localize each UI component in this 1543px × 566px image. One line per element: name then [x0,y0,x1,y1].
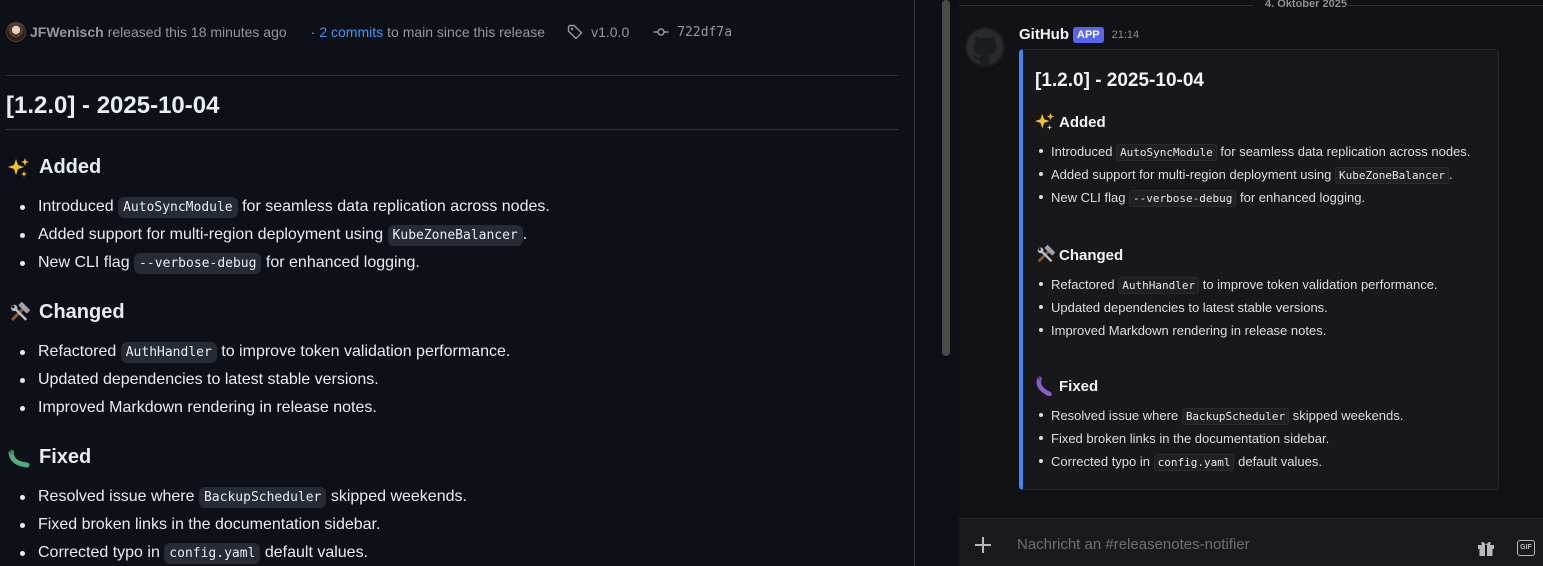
fixed-list: Resolved issue where BackupScheduler ski… [20,483,467,566]
tag-label[interactable]: v1.0.0 [591,24,629,40]
released-text: released this 18 minutes ago [107,24,287,40]
message-input[interactable] [1017,533,1457,555]
username[interactable]: GitHub [1019,26,1069,43]
embed-section-fixed: Fixed [1035,376,1098,396]
list-item: Introduced AutoSyncModule for seamless d… [1038,140,1470,163]
divider [6,75,898,76]
bug-icon [8,447,30,469]
app-badge: APP [1073,26,1104,43]
list-item: Refactored AuthHandler to improve token … [1039,273,1438,296]
discord-chat-pane: 4. Oktober 2025 GitHub APP 21:14 [1.2.0]… [959,0,1543,566]
message-header: GitHub APP 21:14 [1019,26,1139,43]
sparkles-icon [8,157,30,179]
inline-code: config.yaml [164,543,261,564]
message-composer: GIF [959,518,1543,566]
list-item: Updated dependencies to latest stable ve… [19,366,510,394]
embed-added-list: Introduced AutoSyncModule for seamless d… [1038,140,1470,209]
author-name[interactable]: JFWenisch [30,24,104,40]
list-item: Improved Markdown rendering in release n… [1039,319,1438,342]
commits-suffix: to main since this release [387,24,546,40]
scroll-gutter [915,0,959,566]
section-title: Fixed [39,446,92,468]
section-fixed-heading: Fixed [8,446,91,469]
embed-section-title: Fixed [1059,377,1099,395]
tag-icon [567,24,583,40]
date-divider: 4. Oktober 2025 [959,0,1543,12]
divider-line [1337,5,1543,6]
list-item: Fixed broken links in the documentation … [1038,427,1403,450]
inline-code: AutoSyncModule [1116,144,1217,161]
section-title: Added [39,156,102,178]
gift-icon[interactable] [1477,539,1495,557]
author-avatar[interactable] [6,22,26,42]
list-item: Resolved issue where BackupScheduler ski… [20,483,467,511]
plus-icon[interactable] [973,535,993,555]
list-item: Resolved issue where BackupScheduler ski… [1038,404,1403,427]
list-item: New CLI flag --verbose-debug for enhance… [1038,186,1470,209]
release-title: [1.2.0] - 2025-10-04 [6,92,220,119]
bug-icon [1035,376,1055,396]
inline-code: KubeZoneBalancer [387,225,523,246]
release-meta: JFWenisch released this 18 minutes ago ·… [6,20,732,44]
sparkles-icon [1035,112,1055,132]
inline-code: BackupScheduler [198,487,327,508]
embed-section-changed: Changed [1035,245,1123,265]
divider [6,129,898,130]
hammer-wrench-icon [8,301,30,324]
inline-code: KubeZoneBalancer [1335,167,1449,184]
list-item: Corrected typo in config.yaml default va… [1038,450,1403,473]
list-item: Updated dependencies to latest stable ve… [1039,296,1438,319]
inline-code: config.yaml [1153,454,1235,471]
list-item: Added support for multi-region deploymen… [1038,163,1470,186]
inline-code: AuthHandler [120,342,217,363]
hammer-wrench-icon [1035,245,1055,265]
embed-section-title: Added [1059,113,1106,131]
embed-changed-list: Refactored AuthHandler to improve token … [1039,273,1438,342]
embed-section-title: Changed [1059,246,1124,264]
section-title: Changed [39,301,125,323]
list-item: Improved Markdown rendering in release n… [19,394,510,422]
inline-code: AutoSyncModule [118,197,238,218]
inline-code: AuthHandler [1118,277,1200,294]
embed-fixed-list: Resolved issue where BackupScheduler ski… [1038,404,1403,473]
section-changed-heading: Changed [8,301,125,324]
meta-separator: · [310,24,316,40]
commit-icon [653,24,669,40]
changed-list: Refactored AuthHandler to improve token … [19,338,510,422]
inline-code: BackupScheduler [1181,408,1290,425]
commits-link[interactable]: 2 commits [319,24,383,40]
github-release-pane: JFWenisch released this 18 minutes ago ·… [0,0,915,566]
list-item: Introduced AutoSyncModule for seamless d… [20,193,550,221]
list-item: Corrected typo in config.yaml default va… [20,539,467,566]
list-item: Fixed broken links in the documentation … [20,511,467,539]
inline-code: --verbose-debug [134,253,262,274]
github-logo-icon [967,29,1003,65]
section-added-heading: Added [8,156,101,179]
scrollbar-thumb[interactable] [942,0,950,356]
list-item: Added support for multi-region deploymen… [20,221,550,249]
inline-code: --verbose-debug [1129,190,1237,207]
release-embed: [1.2.0] - 2025-10-04 Added Introduced Au… [1019,49,1499,490]
added-list: Introduced AutoSyncModule for seamless d… [20,193,550,277]
list-item: Refactored AuthHandler to improve token … [19,338,510,366]
embed-title: [1.2.0] - 2025-10-04 [1035,70,1204,91]
divider-line [959,5,1253,6]
message-timestamp: 21:14 [1111,28,1140,41]
github-bot-avatar[interactable] [965,27,1005,67]
list-item: New CLI flag --verbose-debug for enhance… [20,249,550,277]
date-label: 4. Oktober 2025 [1265,0,1347,10]
embed-section-added: Added [1035,112,1106,132]
gif-icon[interactable]: GIF [1517,540,1535,556]
commit-sha[interactable]: 722df7a [677,25,732,40]
